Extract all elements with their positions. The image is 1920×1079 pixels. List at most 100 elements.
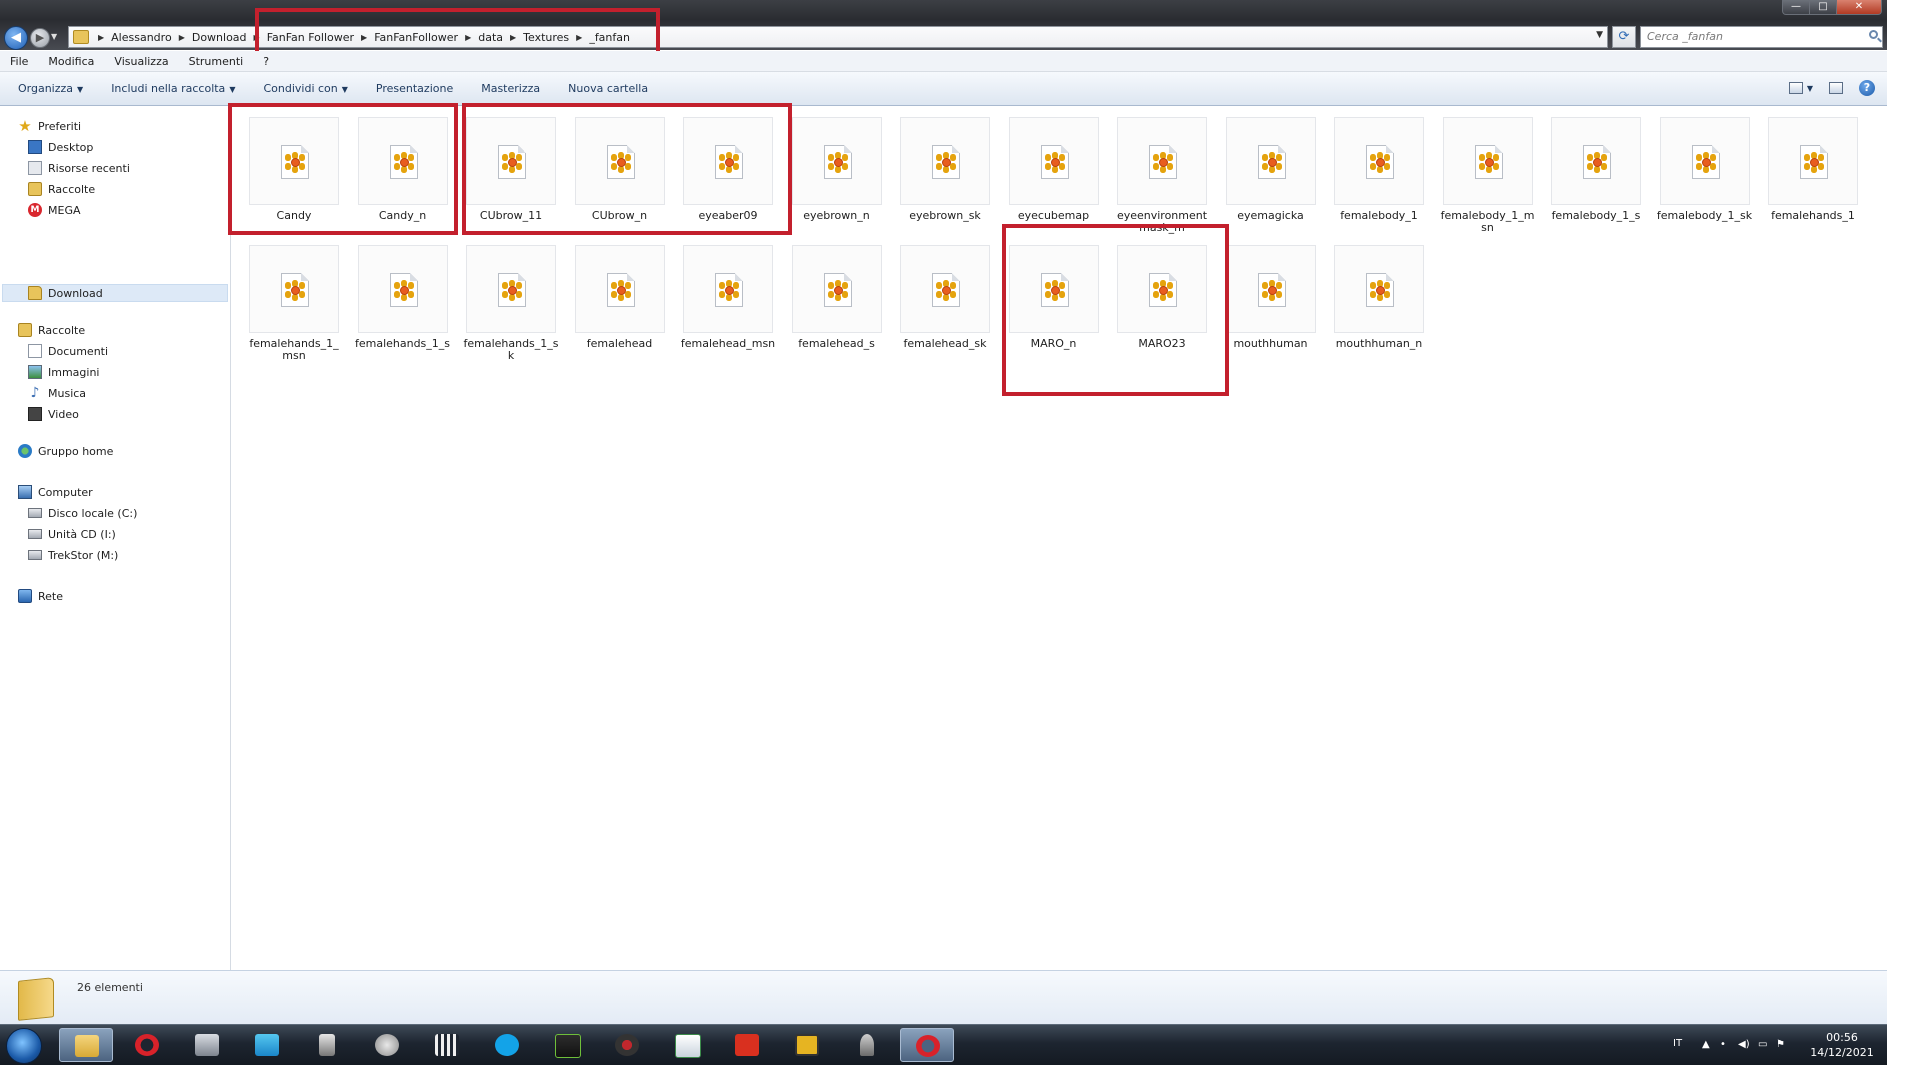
search-icon[interactable]: [1869, 30, 1878, 39]
sidebar-item-documents[interactable]: Documenti: [28, 342, 108, 360]
file-item[interactable]: eyecubemap: [1006, 113, 1102, 233]
taskbar-app-13[interactable]: [780, 1028, 834, 1062]
taskbar-app-11[interactable]: [660, 1028, 714, 1062]
volume-icon[interactable]: ◀): [1738, 1040, 1750, 1050]
file-item[interactable]: femalebody_1_s: [1548, 113, 1644, 233]
sidebar-item-computer[interactable]: Computer: [18, 483, 93, 501]
close-button[interactable]: ✕: [1836, 0, 1882, 15]
taskbar-app-10[interactable]: [600, 1028, 654, 1062]
usb-drive-icon: [28, 550, 42, 560]
organize-button[interactable]: Organizza ▼: [18, 82, 83, 95]
file-item[interactable]: eyebrown_sk: [897, 113, 993, 233]
file-item[interactable]: femalehead_msn: [680, 241, 776, 361]
start-button[interactable]: [6, 1028, 42, 1064]
sidebar-item-homegroup[interactable]: Gruppo home: [18, 442, 113, 460]
maximize-button[interactable]: □: [1809, 0, 1837, 15]
sidebar-item-libraries[interactable]: Raccolte: [18, 321, 85, 339]
file-item[interactable]: femalehead: [572, 241, 668, 361]
share-with-button[interactable]: Condividi con ▼: [263, 82, 347, 95]
sidebar-item-drive-m[interactable]: TrekStor (M:): [28, 546, 118, 564]
file-item[interactable]: mouthhuman: [1223, 241, 1319, 361]
breadcrumb-item-download[interactable]: Download: [192, 31, 247, 44]
menu-view[interactable]: Visualizza: [114, 55, 168, 68]
highlight-box-candy: [228, 103, 458, 235]
sidebar-item-mega[interactable]: M MEGA: [28, 201, 81, 219]
sidebar-item-favorites[interactable]: ★ Preferiti: [18, 117, 81, 135]
file-item[interactable]: femalehands_1_msn: [246, 241, 342, 362]
sidebar-item-images[interactable]: Immagini: [28, 363, 99, 381]
chevron-down-icon: ▼: [341, 85, 348, 94]
unknown-tray-icon[interactable]: •: [1720, 1040, 1730, 1050]
library-icon: [18, 323, 32, 337]
sidebar-item-download[interactable]: Download: [28, 284, 103, 302]
slideshow-button[interactable]: Presentazione: [376, 82, 453, 95]
clock-date[interactable]: 14/12/2021: [1800, 1046, 1884, 1059]
address-history-dropdown[interactable]: ▼: [1596, 30, 1603, 40]
minimize-button[interactable]: —: [1782, 0, 1810, 15]
sidebar-item-drive-i[interactable]: Unità CD (I:): [28, 525, 116, 543]
file-item[interactable]: femalebody_1: [1331, 113, 1427, 233]
menu-help[interactable]: ?: [263, 55, 269, 68]
sidebar-item-music[interactable]: ♪ Musica: [28, 384, 87, 402]
sidebar-item-libraries-fav[interactable]: Raccolte: [28, 180, 95, 198]
include-in-library-button[interactable]: Includi nella raccolta ▼: [111, 82, 235, 95]
change-view-icon[interactable]: [1788, 82, 1803, 94]
chevron-up-icon[interactable]: ▲: [1702, 1040, 1712, 1050]
file-item[interactable]: eyeenvironmentmask_m: [1114, 113, 1210, 234]
forward-button[interactable]: ▶: [30, 28, 50, 48]
sidebar-item-recent[interactable]: Risorse recenti: [28, 159, 130, 177]
taskbar-opera[interactable]: [120, 1028, 174, 1062]
menu-file[interactable]: File: [10, 55, 28, 68]
ffdec-icon: [375, 1034, 399, 1056]
taskbar-ffdec[interactable]: [360, 1028, 414, 1062]
xnview-badge-icon: [1261, 152, 1284, 173]
menu-tools[interactable]: Strumenti: [189, 55, 244, 68]
taskbar-nmm[interactable]: [540, 1028, 594, 1062]
file-item[interactable]: eyemagicka: [1223, 113, 1319, 233]
search-input[interactable]: Cerca _fanfan: [1640, 26, 1883, 48]
taskbar-skype[interactable]: [480, 1028, 534, 1062]
sidebar-item-video[interactable]: Video: [28, 405, 79, 423]
help-icon[interactable]: ?: [1859, 80, 1875, 96]
file-item[interactable]: femalebody_1_sk: [1657, 113, 1753, 233]
file-item[interactable]: femalehead_sk: [897, 241, 993, 361]
chevron-right-icon[interactable]: ▶: [179, 33, 185, 42]
taskbar-itunes[interactable]: [240, 1028, 294, 1062]
sidebar-item-network[interactable]: Rete: [18, 587, 63, 605]
preview-pane-icon[interactable]: [1829, 82, 1843, 94]
language-indicator[interactable]: IT: [1673, 1038, 1682, 1049]
highlight-box-maro: [1002, 224, 1229, 396]
sidebar-item-desktop[interactable]: Desktop: [28, 138, 93, 156]
file-item[interactable]: femalehands_1_sk: [463, 241, 559, 362]
file-item[interactable]: eyebrown_n: [789, 113, 885, 233]
opera-icon: [135, 1034, 159, 1056]
taskbar-opera-2[interactable]: [900, 1028, 954, 1062]
taskbar-app-12[interactable]: [720, 1028, 774, 1062]
file-item[interactable]: femalehead_s: [789, 241, 885, 361]
mod-manager-icon: [555, 1034, 581, 1058]
taskbar-app-5[interactable]: [300, 1028, 354, 1062]
burn-button[interactable]: Masterizza: [481, 82, 540, 95]
chevron-right-icon[interactable]: ▶: [98, 33, 104, 42]
menu-edit[interactable]: Modifica: [48, 55, 94, 68]
taskbar-app-3[interactable]: [180, 1028, 234, 1062]
back-button[interactable]: ◀: [4, 26, 28, 50]
taskbar-app-7[interactable]: [420, 1028, 474, 1062]
file-item[interactable]: femalebody_1_msn: [1440, 113, 1536, 234]
flag-icon[interactable]: ⚑: [1776, 1040, 1786, 1050]
network-tray-icon[interactable]: ▭: [1758, 1040, 1768, 1050]
breadcrumb-item-alessandro[interactable]: Alessandro: [111, 31, 172, 44]
file-item[interactable]: femalehands_1: [1765, 113, 1861, 233]
clock-time[interactable]: 00:56: [1812, 1031, 1872, 1044]
sidebar-item-drive-c[interactable]: Disco locale (C:): [28, 504, 137, 522]
file-thumbnail: [1225, 117, 1316, 205]
taskbar-explorer[interactable]: [59, 1028, 113, 1062]
chevron-down-icon[interactable]: ▼: [1807, 84, 1813, 93]
taskbar-skyrim[interactable]: [840, 1028, 894, 1062]
file-item[interactable]: femalehands_1_s: [355, 241, 451, 361]
file-item[interactable]: mouthhuman_n: [1331, 241, 1427, 361]
new-folder-button[interactable]: Nuova cartella: [568, 82, 648, 95]
refresh-button[interactable]: ⟳: [1612, 26, 1636, 48]
recent-pages-button[interactable]: ▼: [51, 30, 61, 44]
xnview-file-icon: [1366, 145, 1394, 179]
